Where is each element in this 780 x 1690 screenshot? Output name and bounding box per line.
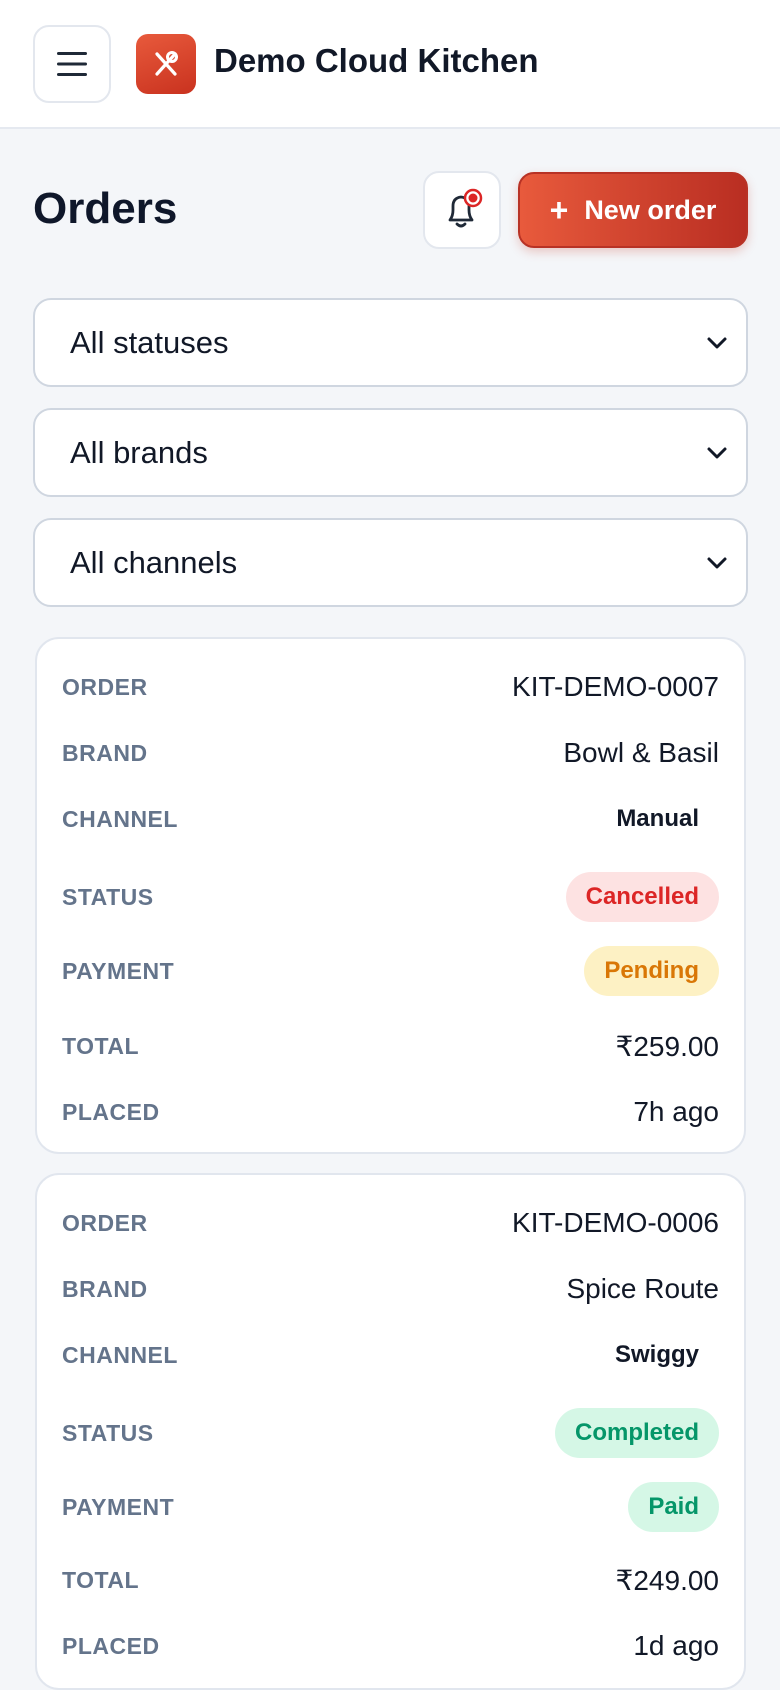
placed-value: 1d ago <box>633 1630 719 1661</box>
total-value: ₹249.00 <box>615 1564 719 1596</box>
brand-filter-value: All brands <box>70 434 208 470</box>
placed-label: PLACED <box>62 1632 160 1659</box>
total-label: TOTAL <box>62 1032 140 1059</box>
total-label: TOTAL <box>62 1566 140 1593</box>
channel-label: CHANNEL <box>62 1341 178 1368</box>
total-row: TOTAL ₹249.00 <box>62 1560 719 1600</box>
brand-row: BRAND Bowl & Basil <box>62 733 719 773</box>
payment-row: PAYMENT Pending <box>62 946 719 996</box>
top-bar: Demo Cloud Kitchen <box>0 0 780 129</box>
channel-row: CHANNEL Manual <box>62 799 719 839</box>
payment-badge: Paid <box>628 1482 719 1532</box>
total-row: TOTAL ₹259.00 <box>62 1026 719 1066</box>
page-title: Orders <box>33 184 178 233</box>
status-row: STATUS Cancelled <box>62 872 719 922</box>
notifications-button[interactable] <box>423 171 501 249</box>
status-badge: Completed <box>554 1408 719 1458</box>
chevron-down-icon <box>707 337 727 348</box>
order-row: ORDER KIT-DEMO-0007 <box>62 667 719 707</box>
placed-row: PLACED 1d ago <box>62 1626 719 1666</box>
channel-filter-value: All channels <box>70 544 238 580</box>
brand-value: Spice Route <box>566 1273 719 1304</box>
new-order-button[interactable]: + New order <box>518 172 748 248</box>
brand-label: BRAND <box>62 1275 148 1302</box>
status-row: STATUS Completed <box>62 1408 719 1458</box>
payment-row: PAYMENT Paid <box>62 1482 719 1532</box>
new-order-label: New order <box>584 194 717 225</box>
chevron-down-icon <box>707 447 727 458</box>
status-filter-value: All statuses <box>70 324 229 360</box>
app-title: Demo Cloud Kitchen <box>214 42 539 79</box>
payment-label: PAYMENT <box>62 1493 175 1520</box>
chevron-down-icon <box>707 557 727 568</box>
plus-icon: + <box>549 192 569 228</box>
menu-button[interactable] <box>33 25 111 103</box>
channel-row: CHANNEL Swiggy <box>62 1335 719 1375</box>
status-filter-select[interactable]: All statuses <box>33 298 748 387</box>
hamburger-menu-icon <box>57 52 87 76</box>
payment-badge: Pending <box>584 946 719 996</box>
app-logo <box>136 34 196 94</box>
brand-label: BRAND <box>62 739 148 766</box>
channel-value: Swiggy <box>614 1341 699 1368</box>
order-id: KIT-DEMO-0006 <box>512 1207 719 1238</box>
total-value: ₹259.00 <box>615 1030 719 1062</box>
payment-label: PAYMENT <box>62 957 175 984</box>
order-card[interactable]: ORDER KIT-DEMO-0007 BRAND Bowl & Basil C… <box>35 637 746 1154</box>
order-card[interactable]: ORDER KIT-DEMO-0006 BRAND Spice Route CH… <box>35 1173 746 1690</box>
placed-label: PLACED <box>62 1098 160 1125</box>
status-label: STATUS <box>62 1419 154 1446</box>
channel-value: Manual <box>616 805 699 832</box>
brand-filter-select[interactable]: All brands <box>33 408 748 497</box>
order-id: KIT-DEMO-0007 <box>512 671 719 702</box>
order-row: ORDER KIT-DEMO-0006 <box>62 1203 719 1243</box>
status-badge: Cancelled <box>565 872 719 922</box>
utensils-icon <box>155 51 178 76</box>
bell-icon <box>448 188 483 228</box>
brand-value: Bowl & Basil <box>563 737 719 768</box>
order-label: ORDER <box>62 1209 148 1236</box>
channel-label: CHANNEL <box>62 805 178 832</box>
status-label: STATUS <box>62 883 154 910</box>
order-label: ORDER <box>62 673 148 700</box>
brand-row: BRAND Spice Route <box>62 1269 719 1309</box>
channel-filter-select[interactable]: All channels <box>33 518 748 607</box>
placed-value: 7h ago <box>633 1096 719 1127</box>
placed-row: PLACED 7h ago <box>62 1092 719 1132</box>
